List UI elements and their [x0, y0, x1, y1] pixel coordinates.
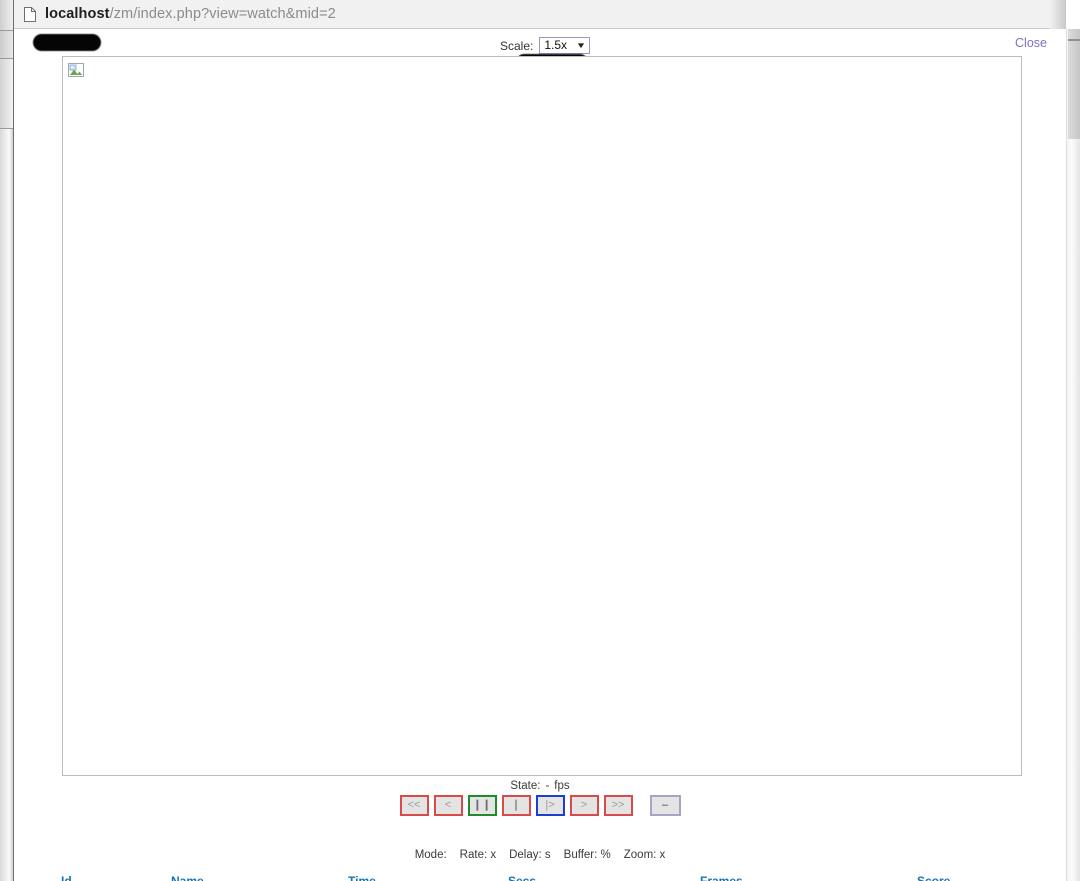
monitor-name-redacted: [33, 34, 101, 51]
background-window-segment: [0, 59, 13, 129]
tab-corner-decoration: [1050, 0, 1066, 29]
stop-button[interactable]: ❙: [501, 795, 531, 816]
background-window-strip: [0, 0, 14, 881]
mode-label: Mode:: [414, 849, 447, 861]
stream-status: State: - fps: [14, 780, 1066, 792]
column-header-secs[interactable]: Secs: [508, 874, 536, 881]
page-scrollbar[interactable]: [1066, 29, 1080, 881]
page-content: Scale: 1.5x ▼ Close State: - fps << < ❙❙…: [14, 29, 1066, 881]
step-forward-button[interactable]: >: [569, 795, 599, 816]
zoom-out-button[interactable]: –: [649, 795, 681, 816]
background-window-segment: [0, 0, 13, 31]
url-host: localhost: [45, 6, 110, 22]
state-label: State:: [510, 780, 541, 792]
buffer-label: Buffer: %: [563, 849, 611, 861]
stream-controls: << < ❙❙ ❙ |> > >> –: [14, 795, 1066, 816]
chevron-down-icon: ▼: [575, 41, 587, 50]
column-header-time[interactable]: Time: [348, 874, 376, 881]
step-back-button[interactable]: <: [433, 795, 463, 816]
url-text: localhost/zm/index.php?view=watch&mid=2: [45, 6, 336, 22]
rate-label: Rate: x: [459, 849, 497, 861]
url-path: /zm/index.php?view=watch&mid=2: [109, 6, 336, 22]
background-window-segment: [0, 31, 13, 59]
column-header-frames[interactable]: Frames: [700, 874, 743, 881]
scale-label: Scale:: [500, 38, 534, 53]
pause-button[interactable]: ❙❙: [467, 795, 497, 816]
document-icon: [24, 6, 36, 22]
broken-image-icon: [68, 62, 84, 78]
state-value: -: [545, 780, 550, 792]
fast-rewind-button[interactable]: <<: [399, 795, 429, 816]
stream-control-labels: Mode: Rate: x Delay: s Buffer: % Zoom: x: [14, 849, 1066, 861]
monitor-header: Scale: 1.5x ▼ Close: [14, 29, 1066, 71]
live-stream-pane[interactable]: [62, 56, 1022, 776]
zoom-label: Zoom: x: [623, 849, 666, 861]
fps-label: fps: [554, 780, 570, 792]
scale-select[interactable]: 1.5x ▼: [539, 37, 590, 54]
url-bar-content: localhost/zm/index.php?view=watch&mid=2: [24, 6, 336, 22]
close-link[interactable]: Close: [1015, 36, 1047, 50]
scrollbar-notch: [1068, 39, 1080, 41]
column-header-id[interactable]: Id: [61, 874, 72, 881]
scale-control-group: Scale: 1.5x ▼: [500, 37, 590, 54]
events-table: Id Name Time Secs Frames Score: [14, 874, 1066, 881]
play-button[interactable]: |>: [535, 795, 565, 816]
column-header-score[interactable]: Score: [917, 874, 950, 881]
scale-select-value: 1.5x: [544, 38, 568, 52]
scrollbar-thumb[interactable]: [1068, 29, 1080, 139]
column-header-name[interactable]: Name: [171, 874, 204, 881]
fast-forward-button[interactable]: >>: [603, 795, 633, 816]
screen-root: localhost/zm/index.php?view=watch&mid=2 …: [0, 0, 1080, 881]
browser-url-bar[interactable]: localhost/zm/index.php?view=watch&mid=2: [14, 0, 1066, 29]
delay-label: Delay: s: [509, 849, 551, 861]
